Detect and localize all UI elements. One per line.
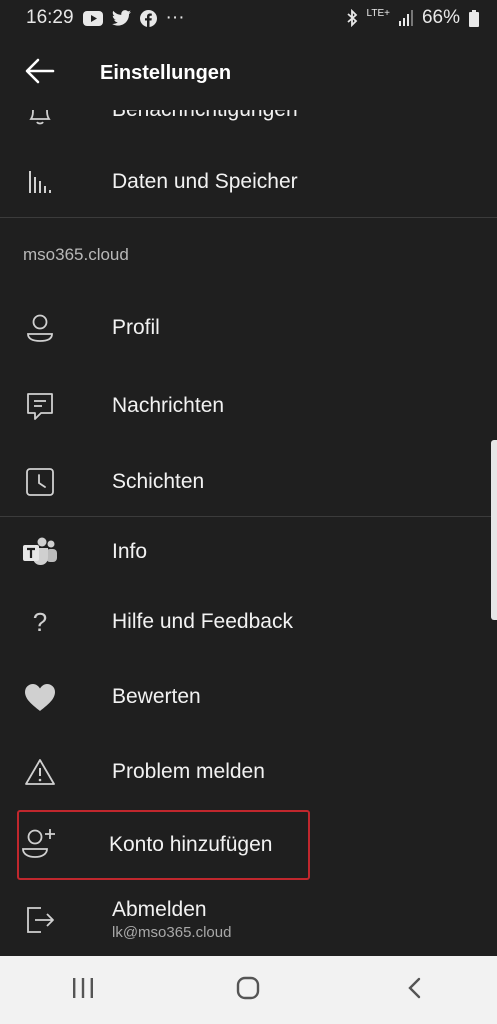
app-bar: Einstellungen [0,36,497,110]
bluetooth-icon [346,9,358,27]
status-time: 16:29 [26,7,74,28]
settings-item-label: Benachrichtigungen [112,110,298,122]
settings-item-label: Schichten [112,470,205,493]
settings-item-add-account[interactable]: Konto hinzufügen [0,813,497,877]
signal-icon [398,10,413,26]
settings-item-report-problem[interactable]: Problem melden [0,740,497,804]
settings-item-label: Info [112,540,148,563]
settings-item-label: Profil [112,316,160,339]
data-storage-icon [18,160,62,204]
settings-item-shifts[interactable]: Schichten [0,450,497,514]
status-bar: 16:29 ··· LTE+ 66% [0,0,497,36]
status-left: 16:29 ··· [26,7,185,29]
recent-apps-button[interactable] [43,960,123,1020]
system-back-button[interactable] [374,960,454,1020]
settings-item-label: Daten und Speicher [112,170,298,193]
battery-icon [469,9,479,27]
settings-item-data-storage[interactable]: Daten und Speicher [0,150,497,214]
question-icon: ? [32,606,48,637]
teams-icon [18,530,62,574]
home-icon [236,976,260,1005]
settings-list[interactable]: Benachrichtigungen Daten und Speicher ms… [0,110,497,956]
warning-icon [18,750,62,794]
settings-item-label: Hilfe und Feedback [112,610,293,633]
arrow-left-icon [25,58,55,89]
system-nav-bar [0,956,497,1024]
divider [0,516,497,517]
settings-item-messages[interactable]: Nachrichten [0,374,497,438]
sign-out-icon [18,898,62,942]
page-title: Einstellungen [100,61,232,84]
heart-icon [18,675,62,719]
settings-item-label: Abmelden [112,898,207,921]
status-right: LTE+ 66% [346,7,479,29]
section-header-account: mso365.cloud [23,245,129,264]
home-button[interactable] [208,960,288,1020]
message-icon [18,384,62,428]
settings-item-label: Problem melden [112,760,265,783]
settings-item-profile[interactable]: Profil [0,296,497,360]
youtube-icon [82,10,103,26]
account-email: lk@mso365.cloud [112,924,232,941]
back-button[interactable] [0,36,80,110]
settings-item-label: Konto hinzufügen [109,833,273,856]
twitter-icon [111,10,131,26]
bell-icon [18,110,62,134]
settings-item-notifications[interactable]: Benachrichtigungen [0,110,497,142]
person-icon [18,306,62,350]
settings-item-help-feedback[interactable]: ? Hilfe und Feedback [0,590,497,654]
back-icon [407,977,421,1004]
settings-item-rate[interactable]: Bewerten [0,665,497,729]
status-battery-text: 66% [421,7,460,28]
settings-item-label: Bewerten [112,685,201,708]
status-more: ··· [165,7,185,28]
recent-apps-icon [71,977,95,1003]
facebook-icon [139,9,157,27]
settings-item-label: Nachrichten [112,394,225,417]
edge-panel-handle[interactable] [491,440,497,620]
person-add-icon [18,821,62,865]
status-network: LTE+ [366,8,390,19]
divider [0,217,497,218]
clock-icon [18,460,62,504]
settings-item-sign-out[interactable]: Abmelden lk@mso365.cloud [0,888,497,952]
settings-item-info[interactable]: Info [0,520,497,584]
